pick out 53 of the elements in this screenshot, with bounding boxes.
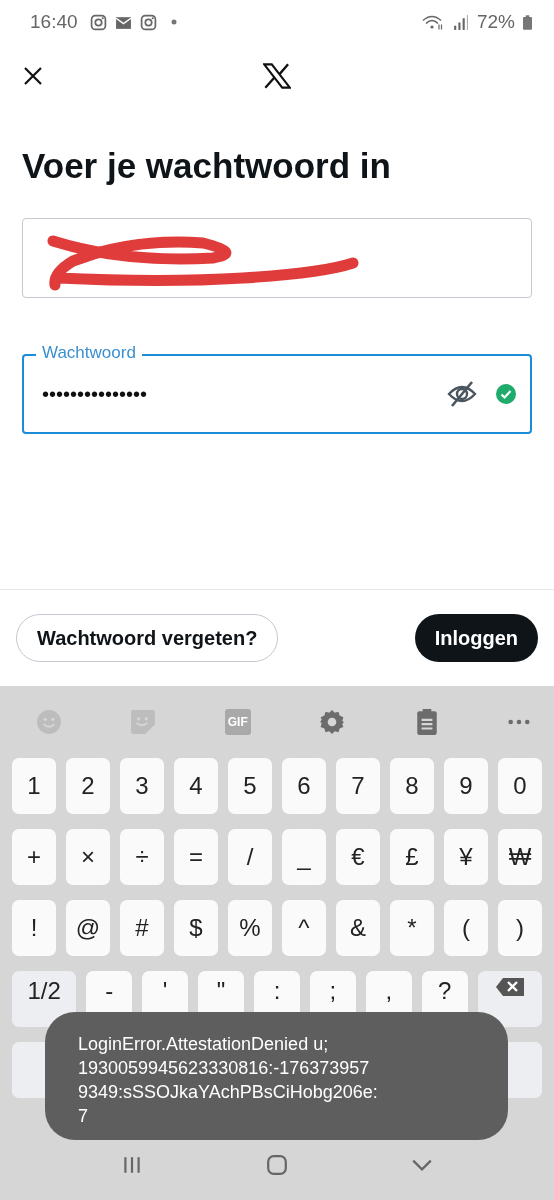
keyboard-key[interactable]: ¥: [444, 829, 488, 885]
keyboard-key[interactable]: +: [12, 829, 56, 885]
keyboard-key[interactable]: 1/2: [12, 971, 77, 1027]
backspace-icon: [494, 977, 525, 997]
keyboard-key[interactable]: (: [444, 900, 488, 956]
keyboard-key[interactable]: €: [336, 829, 380, 885]
status-time: 16:40: [30, 11, 78, 33]
settings-icon[interactable]: [319, 709, 346, 735]
keyboard-key[interactable]: /: [228, 829, 272, 885]
home-icon[interactable]: [266, 1154, 288, 1176]
close-icon[interactable]: [23, 66, 43, 86]
keyboard-key[interactable]: =: [174, 829, 218, 885]
login-button[interactable]: Inloggen: [414, 614, 538, 662]
keyboard-key[interactable]: 2: [66, 758, 110, 814]
keyboard-key[interactable]: @: [66, 900, 110, 956]
keyboard-key[interactable]: !: [12, 900, 56, 956]
keyboard-key[interactable]: ): [498, 900, 542, 956]
backspace-key[interactable]: [477, 971, 542, 1027]
password-field[interactable]: Wachtwoord •••••••••••••••: [22, 342, 532, 434]
x-logo-icon: [263, 63, 291, 89]
notification-dot-icon: [170, 19, 177, 25]
password-value: •••••••••••••••: [42, 382, 148, 406]
more-icon[interactable]: [507, 719, 530, 725]
keyboard-key[interactable]: ÷: [120, 829, 164, 885]
signal-icon: [451, 13, 469, 31]
keyboard-key[interactable]: 0: [498, 758, 542, 814]
battery-percentage: 72%: [476, 11, 515, 33]
keyboard-key[interactable]: 5: [228, 758, 272, 814]
camera-app-icon: [89, 13, 107, 31]
keyboard-key[interactable]: *: [390, 900, 434, 956]
camera-app-icon: [139, 13, 157, 31]
eye-slash-icon[interactable]: [446, 380, 478, 408]
keyboard-key[interactable]: #: [120, 900, 164, 956]
page-title: Voer je wachtwoord in: [22, 146, 392, 186]
keyboard-key[interactable]: 8: [390, 758, 434, 814]
keyboard-key[interactable]: 3: [120, 758, 164, 814]
forgot-password-button[interactable]: Wachtwoord vergeten?: [16, 614, 279, 662]
wifi-icon: [421, 13, 444, 31]
keyboard-key[interactable]: ^: [282, 900, 326, 956]
keyboard-key[interactable]: 6: [282, 758, 326, 814]
keyboard-key[interactable]: $: [174, 900, 218, 956]
keyboard-key[interactable]: ₩: [498, 829, 542, 885]
keyboard-key[interactable]: 9: [444, 758, 488, 814]
keyboard-key[interactable]: 7: [336, 758, 380, 814]
error-message: LoginError.AttestationDenied u; 1930059945623330816:-176373957 9349:sSSOJkaYAchPBsCiHobg206e: 7: [78, 1033, 378, 1128]
keyboard-key[interactable]: &: [336, 900, 380, 956]
keyboard-key[interactable]: ×: [66, 829, 110, 885]
keyboard-key[interactable]: %: [228, 900, 272, 956]
keyboard-key[interactable]: _: [282, 829, 326, 885]
keyboard-key[interactable]: 1: [12, 758, 56, 814]
battery-icon: [523, 14, 532, 30]
keyboard-key[interactable]: £: [390, 829, 434, 885]
keyboard-key[interactable]: 4: [174, 758, 218, 814]
